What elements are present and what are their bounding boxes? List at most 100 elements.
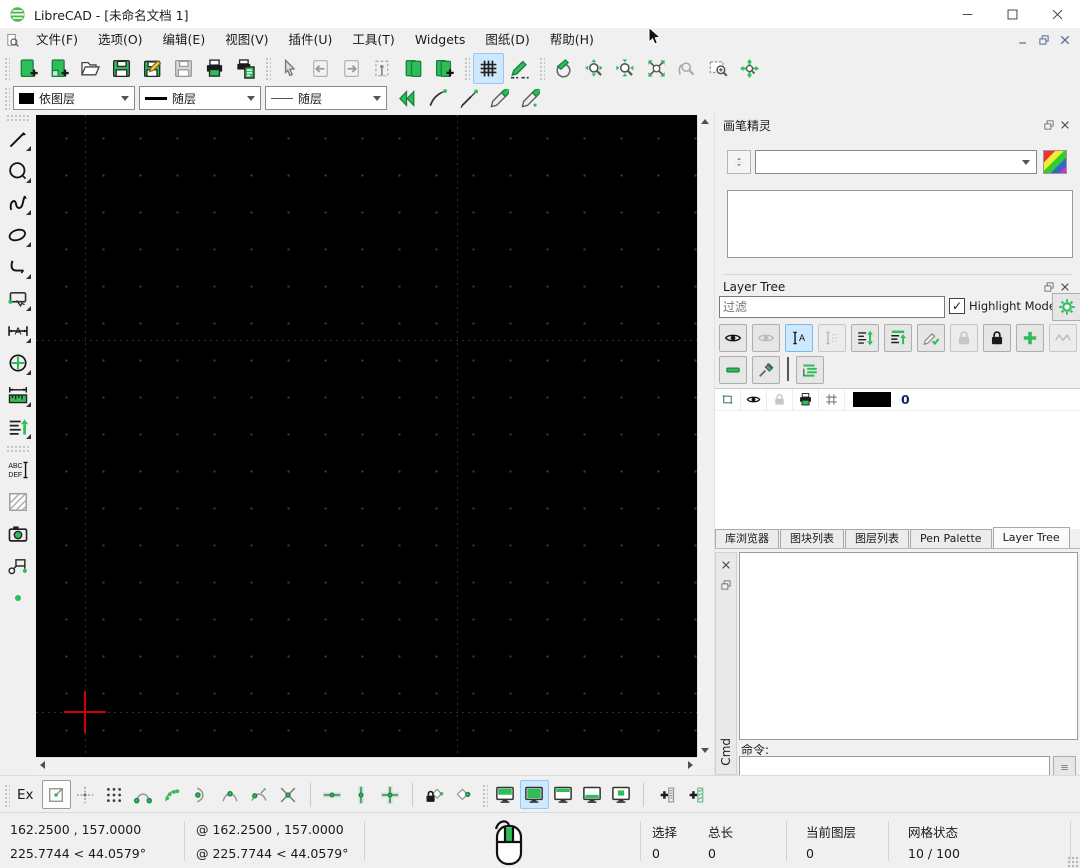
document-window-icon[interactable] — [5, 33, 20, 48]
snap-intersection-button[interactable] — [274, 780, 303, 809]
mdi-close-button[interactable] — [1055, 32, 1074, 49]
hatch-tool-button[interactable] — [3, 487, 33, 517]
save-as-button[interactable] — [137, 53, 168, 84]
open-button[interactable] — [75, 53, 106, 84]
toolbar-handle[interactable] — [6, 445, 30, 452]
ellipse-tool-button[interactable] — [3, 220, 33, 250]
toolbar-handle[interactable] — [3, 86, 10, 110]
maximize-button[interactable] — [990, 0, 1035, 28]
drawing-canvas[interactable] — [36, 115, 697, 757]
unlock-layer-button[interactable] — [950, 324, 978, 352]
toolbar-handle[interactable] — [6, 114, 30, 121]
menu-item-6[interactable]: Widgets — [405, 28, 476, 52]
selection-pointer-button[interactable] — [274, 53, 305, 84]
dock-float-button[interactable] — [718, 577, 734, 593]
layer-handle-cell[interactable] — [715, 389, 741, 410]
layer-settings-button[interactable] — [1052, 293, 1080, 321]
layer-color-swatch[interactable] — [853, 392, 891, 407]
toolbar-handle[interactable] — [264, 56, 271, 80]
scroll-up-arrow[interactable] — [701, 119, 709, 124]
layer-construction-cell[interactable] — [819, 389, 845, 410]
pick-pen-and-apply-button[interactable] — [453, 83, 484, 114]
dock-close-button[interactable] — [718, 557, 734, 573]
tab-1[interactable]: 图块列表 — [780, 529, 844, 548]
layer-filter-input[interactable] — [719, 296, 945, 318]
dock-area-right-button[interactable] — [520, 780, 549, 809]
menu-item-8[interactable]: 帮助(H) — [540, 28, 604, 52]
dock-area-left-button[interactable] — [491, 780, 520, 809]
flatten-tree-button[interactable] — [796, 356, 824, 384]
layer-list[interactable]: 0 — [715, 388, 1080, 529]
command-dock-titlebar[interactable]: Cmd — [715, 552, 737, 775]
line-tool-button[interactable] — [3, 124, 33, 154]
lock-relative-zero-button[interactable] — [420, 780, 449, 809]
dock-area-top-button[interactable] — [549, 780, 578, 809]
restrict-orthogonal-button[interactable] — [376, 780, 405, 809]
print-button[interactable] — [199, 53, 230, 84]
command-input[interactable] — [739, 756, 1050, 777]
toolbar-handle[interactable] — [3, 783, 10, 807]
menu-item-7[interactable]: 图纸(D) — [475, 28, 539, 52]
menu-item-5[interactable]: 工具(T) — [342, 28, 404, 52]
print-preview-button[interactable] — [230, 53, 261, 84]
snap-endpoints-button[interactable] — [129, 780, 158, 809]
scroll-right-arrow[interactable] — [688, 761, 693, 769]
grid-toggle-button[interactable] — [473, 53, 504, 84]
horizontal-scrollbar[interactable] — [36, 757, 697, 772]
paste-button[interactable] — [429, 53, 460, 84]
restrict-vertical-button[interactable] — [347, 780, 376, 809]
redo-button[interactable] — [336, 53, 367, 84]
sort-layers-button[interactable] — [851, 324, 879, 352]
dock-area-bottom-button[interactable] — [578, 780, 607, 809]
toolbar-handle[interactable] — [3, 56, 10, 80]
cut-button[interactable] — [367, 53, 398, 84]
draft-mode-button[interactable] — [504, 53, 535, 84]
pen-wizard-spin-button[interactable] — [727, 150, 751, 174]
snap-grid-points-button[interactable] — [100, 780, 129, 809]
new-from-template-button[interactable] — [44, 53, 75, 84]
menu-item-3[interactable]: 视图(V) — [215, 28, 278, 52]
restrict-horizontal-button[interactable] — [318, 780, 347, 809]
scroll-down-arrow[interactable] — [701, 748, 709, 753]
circle-center-tool-button[interactable] — [3, 348, 33, 378]
minimize-button[interactable] — [945, 0, 990, 28]
image-tool-button[interactable] — [3, 519, 33, 549]
layer-row[interactable]: 0 — [715, 389, 1080, 411]
menu-item-1[interactable]: 选项(O) — [88, 28, 153, 52]
measure-tool-button[interactable] — [3, 380, 33, 410]
set-relative-zero-button[interactable] — [449, 780, 478, 809]
save-button[interactable] — [106, 53, 137, 84]
edit-layer-pen-button[interactable] — [917, 324, 945, 352]
tab-0[interactable]: 库浏览器 — [715, 529, 779, 548]
layer-options-button[interactable] — [1049, 324, 1077, 352]
add-dock-list-button[interactable] — [651, 780, 680, 809]
lock-layer-button[interactable] — [983, 324, 1011, 352]
zoom-auto-button[interactable] — [641, 53, 672, 84]
exclusive-snap-button[interactable] — [42, 780, 71, 809]
zoom-previous-button[interactable] — [672, 53, 703, 84]
layer-visibility-cell[interactable] — [741, 389, 767, 410]
highlight-mode-checkbox[interactable] — [949, 298, 965, 314]
menu-item-4[interactable]: 插件(U) — [279, 28, 343, 52]
pen-wizard-list[interactable] — [727, 190, 1073, 258]
copy-button[interactable] — [398, 53, 429, 84]
block-tool-button[interactable] — [3, 551, 33, 581]
line-width-combobox[interactable]: 随层 — [139, 86, 261, 110]
hide-layer-button[interactable] — [752, 324, 780, 352]
command-output[interactable] — [739, 552, 1078, 740]
copy-pen-settings-button[interactable] — [515, 83, 546, 114]
redraw-button[interactable] — [548, 53, 579, 84]
menu-item-0[interactable]: 文件(F) — [26, 28, 88, 52]
snap-center-button[interactable] — [187, 780, 216, 809]
snap-middle-button[interactable] — [216, 780, 245, 809]
apply-pen-button[interactable] — [484, 83, 515, 114]
snap-distance-button[interactable] — [245, 780, 274, 809]
new-document-button[interactable] — [13, 53, 44, 84]
layer-lock-cell[interactable] — [767, 389, 793, 410]
save-all-button[interactable] — [168, 53, 199, 84]
back-button[interactable] — [391, 83, 422, 114]
mdi-restore-button[interactable] — [1034, 32, 1053, 49]
pen-wizard-combobox[interactable] — [755, 150, 1037, 174]
tab-4[interactable]: Layer Tree — [993, 527, 1070, 548]
zoom-in-button[interactable] — [579, 53, 610, 84]
